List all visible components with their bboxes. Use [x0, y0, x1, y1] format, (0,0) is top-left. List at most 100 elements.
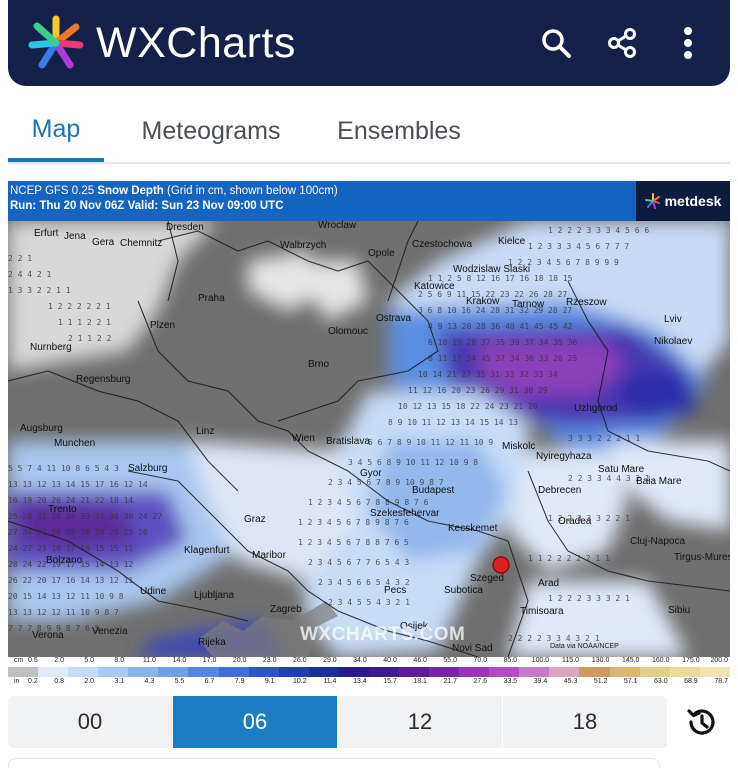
svg-text:20 15 14 13 12 11 10 9 8: 20 15 14 13 12 11 10 9 8	[8, 592, 124, 601]
legend-swatch	[38, 667, 69, 677]
time-option-12[interactable]: 12	[338, 696, 503, 748]
svg-text:1 3 3 2 2 1 1: 1 3 3 2 2 1 1	[8, 286, 71, 295]
svg-text:3 3 3 2 2 2 1 1: 3 3 3 2 2 2 1 1	[568, 434, 640, 443]
snow-depth-map[interactable]: NCEP GFS 0.25 Snow Depth (Grid in cm, sh…	[8, 181, 730, 687]
legend-tick-label: 6.7	[204, 678, 215, 685]
metdesk-logo: metdesk	[636, 181, 730, 221]
city-label: Ostrava	[376, 313, 412, 324]
legend-swatch	[338, 667, 369, 677]
legend-tick-label: 29.0	[323, 657, 337, 664]
map-watermark: WXCHARTS.COM	[300, 624, 466, 645]
svg-text:2 2 2 2 3 3 4 3 2 1: 2 2 2 2 3 3 4 3 2 1	[508, 634, 600, 643]
legend-tick-label: 5.0	[84, 657, 95, 664]
app-logo[interactable]: WXCharts	[26, 13, 296, 73]
history-icon	[687, 709, 715, 735]
city-label: Udine	[140, 586, 167, 597]
legend-swatch	[669, 667, 700, 677]
svg-text:2 3 4 5 5 4 3 2 1: 2 3 4 5 5 4 3 2 1	[328, 598, 410, 607]
city-label: Praha	[198, 293, 225, 304]
legend-swatch	[459, 667, 490, 677]
city-label: Czestochowa	[412, 239, 473, 250]
svg-text:5 5 7 4 11 10 8 6 5 4 3: 5 5 7 4 11 10 8 6 5 4 3	[8, 464, 119, 473]
time-option-00[interactable]: 00	[8, 696, 173, 748]
legend-tick-label: 17.0	[202, 657, 217, 664]
city-label: Erfurt	[34, 228, 59, 239]
city-label: Sibiu	[668, 605, 691, 616]
city-label: Kielce	[498, 236, 526, 247]
city-label: Nurnberg	[30, 342, 72, 353]
city-label: Timisoara	[520, 606, 564, 617]
legend-tick-label: 200.0	[710, 657, 728, 664]
svg-text:3 6 8 10 16 24 28 31 32 29 28: 3 6 8 10 16 24 28 31 32 29 28 27	[418, 306, 572, 315]
city-label: Gyor	[360, 468, 382, 479]
svg-text:1 2 2 2 3 3 3 4 5 6 6: 1 2 2 2 3 3 3 4 5 6 6	[548, 226, 649, 235]
legend-swatch	[158, 667, 189, 677]
city-label: Oradea	[558, 516, 592, 527]
legend-tick-label: 4.3	[144, 678, 155, 685]
legend-tick-label: 68.9	[684, 678, 698, 685]
city-label: Gera	[92, 237, 115, 248]
tab-map[interactable]: Map	[8, 100, 104, 162]
legend-tick-label: 55.0	[443, 657, 458, 664]
legend-tick-label: 160.0	[652, 657, 670, 664]
time-option-06[interactable]: 06	[173, 696, 338, 748]
asterisk-logo-icon	[28, 15, 84, 69]
legend-tick-label: 57.1	[623, 678, 638, 685]
legend-tick-label: 2.0	[54, 657, 64, 664]
tab-ensembles[interactable]: Ensembles	[324, 100, 474, 162]
search-button[interactable]	[536, 23, 576, 63]
city-label: Linz	[196, 426, 215, 437]
city-label: Krakow	[466, 296, 500, 307]
run-time-selector: 00 06 12 18	[8, 696, 668, 748]
legend-tick-label: 2.0	[84, 678, 95, 685]
history-button[interactable]	[682, 702, 722, 742]
city-label: Dresden	[166, 222, 204, 233]
legend-tick-label: 10.2	[292, 678, 307, 685]
svg-text:1 2 3 4 5 6 7 8 9 8 7 6: 1 2 3 4 5 6 7 8 9 8 7 6	[298, 518, 409, 527]
svg-text:4 9 13 20 28 36 40 41 45 45 42: 4 9 13 20 28 36 40 41 45 45 42	[428, 322, 573, 331]
city-label: Debrecen	[538, 485, 582, 496]
legend-tick-label: 9.1	[264, 678, 275, 685]
legend-tick-label: 18.1	[413, 678, 427, 685]
legend-tick-label: 20.0	[232, 657, 247, 664]
legend-swatch	[98, 667, 129, 677]
legend-tick-label: 23.0	[262, 657, 277, 664]
legend-swatch	[399, 667, 430, 677]
city-label: Szeged	[470, 573, 504, 584]
city-label: Nyiregyhaza	[536, 451, 592, 462]
city-label: Tirgus-Mures	[674, 552, 730, 563]
svg-text:2 3 4 5 6 7 7 6 5 4 3: 2 3 4 5 6 7 7 6 5 4 3	[308, 558, 409, 567]
legend-tick-label: 13.4	[353, 678, 367, 685]
city-label: Katowice	[414, 281, 455, 292]
legend-tick-label: 0.2	[28, 678, 38, 685]
legend-swatch	[639, 667, 670, 677]
legend-tick-label: 27.6	[473, 678, 488, 685]
asterisk-logo-icon	[644, 193, 660, 209]
svg-text:1 2 3 4 5 6 7 8 8 9 8 7 6: 1 2 3 4 5 6 7 8 8 9 8 7 6	[308, 498, 429, 507]
time-option-18[interactable]: 18	[503, 696, 668, 748]
city-label: Rzeszow	[566, 297, 607, 308]
more-menu-button[interactable]	[668, 23, 708, 63]
tab-meteograms[interactable]: Meteograms	[116, 100, 306, 162]
svg-text:10 12 13 15 18 22 24 23 21 20: 10 12 13 15 18 22 24 23 21 20	[398, 402, 538, 411]
city-label: Kecskemet	[448, 523, 498, 534]
legend-tick-label: 21.7	[443, 678, 458, 685]
legend-tick-label: 40.0	[383, 657, 397, 664]
city-label: Verona	[32, 630, 64, 641]
city-label: Plzen	[150, 320, 176, 331]
legend-tick-label: 45.3	[563, 678, 578, 685]
city-label: Bratislava	[326, 436, 370, 447]
legend-tick-label: 63.0	[653, 678, 668, 685]
share-button[interactable]	[602, 23, 642, 63]
legend-in-row: in 0.2 0.8 2.0 3.1 4.3 5.5 6.7 7.9 9.1 10.2 11.4 13.…	[8, 678, 730, 687]
snow-depth-legend: cm 0.5 2.0 5.0 8.0 11.0 14.0 17.0 20.0 23.0 26.0 29…	[8, 657, 730, 687]
city-label: Augsburg	[20, 423, 63, 434]
svg-text:25 28 31 28 24 33 31 30 30 24: 25 28 31 28 24 33 31 30 30 24 27	[8, 512, 162, 521]
svg-text:24 27 21 18 17 16 15 15 11: 24 27 21 18 17 16 15 15 11	[8, 544, 133, 553]
city-label: Ljubljana	[194, 590, 235, 601]
legend-tick-label: 85.0	[503, 657, 518, 664]
city-label: Uzhgorod	[574, 403, 618, 414]
legend-tick-label: 145.0	[621, 657, 640, 664]
legend-swatch	[248, 667, 279, 677]
selected-location-marker[interactable]	[492, 556, 510, 574]
